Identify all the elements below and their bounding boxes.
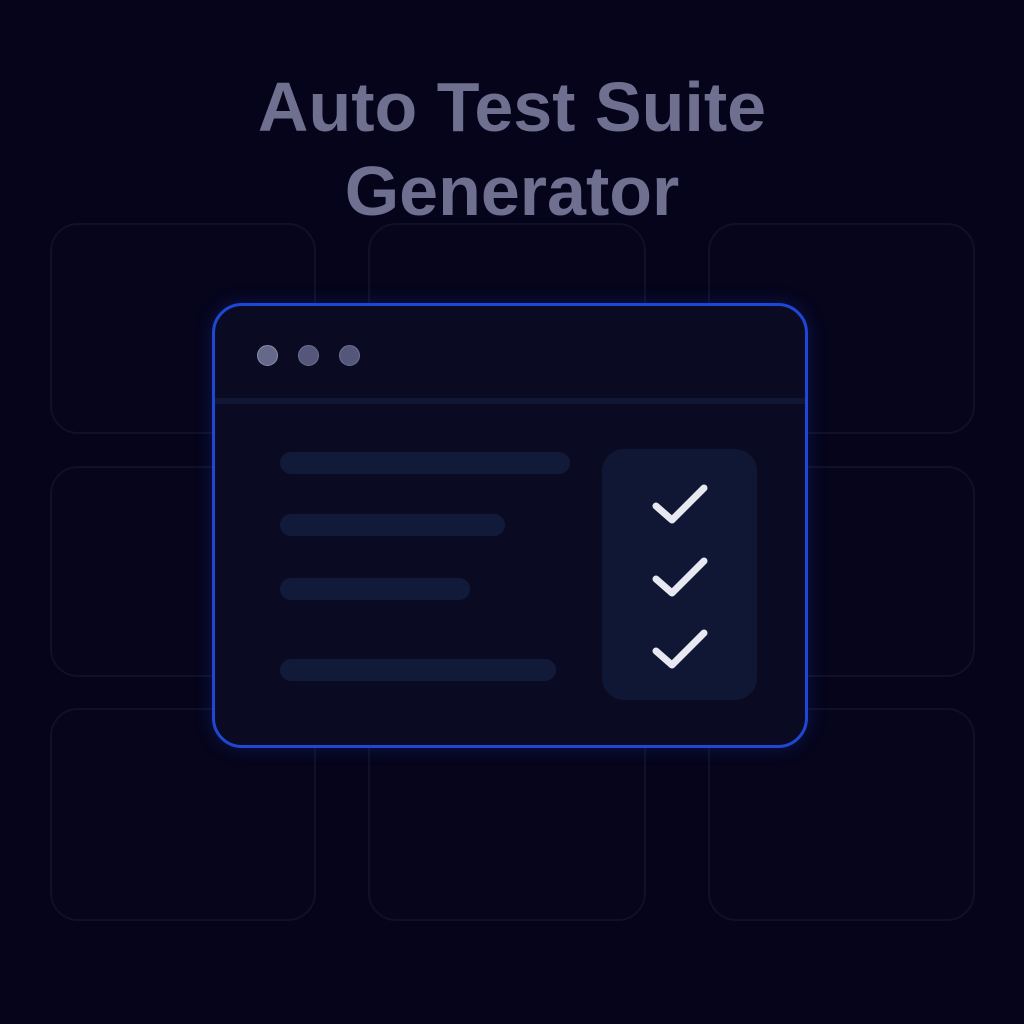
placeholder-line <box>280 514 505 536</box>
placeholder-line <box>280 578 470 600</box>
window-dot-icon[interactable] <box>257 345 278 366</box>
title-line-2: Generator <box>344 152 680 230</box>
check-icon <box>652 557 708 597</box>
app-window <box>212 303 808 748</box>
placeholder-line <box>280 452 570 474</box>
placeholder-line <box>280 659 556 681</box>
check-icon <box>652 484 708 524</box>
header-divider <box>215 398 805 404</box>
window-dot-icon[interactable] <box>339 345 360 366</box>
check-icon <box>652 629 708 669</box>
window-dot-icon[interactable] <box>298 345 319 366</box>
title-line-1: Auto Test Suite <box>257 68 767 146</box>
checks-panel <box>602 449 757 700</box>
